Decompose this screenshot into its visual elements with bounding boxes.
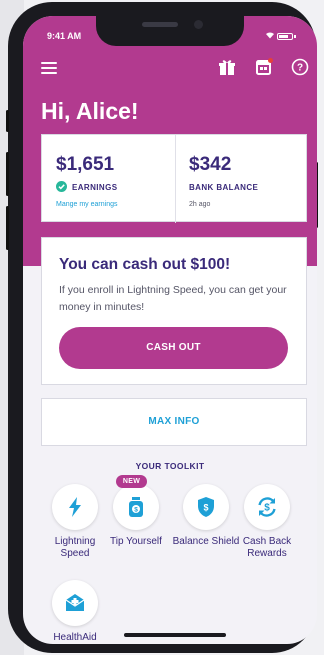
- tool-label: Tip Yourself: [110, 536, 162, 547]
- refresh-dollar-icon: $: [258, 497, 276, 517]
- tool-icon-circle[interactable]: $: [183, 484, 229, 530]
- bank-balance-label: BANK BALANCE: [189, 183, 259, 192]
- cashout-description: If you enroll in Lightning Speed, you ca…: [59, 284, 287, 313]
- tool-icon-circle[interactable]: [52, 580, 98, 626]
- status-time: 9:41 AM: [47, 31, 82, 41]
- app-screen: 9:41 AM ? Hi, Alice! $1,651 EARNINGS Man…: [23, 16, 317, 644]
- svg-text:?: ?: [297, 63, 303, 74]
- medical-envelope-icon: [65, 594, 85, 611]
- side-button: [6, 110, 9, 132]
- tool-healthaid[interactable]: HealthAid: [41, 580, 111, 644]
- tool-label: HealthAid: [53, 632, 97, 643]
- home-indicator: [124, 633, 226, 637]
- jar-icon: $: [129, 497, 143, 517]
- tool-label: Cash Back Rewards: [242, 536, 292, 559]
- calendar-icon[interactable]: [255, 58, 273, 76]
- cash-out-button[interactable]: CASH OUT: [59, 327, 288, 369]
- tool-cash-back-rewards[interactable]: $ Cash Back Rewards: [233, 484, 303, 574]
- battery-tip: [294, 35, 296, 38]
- side-button: [6, 152, 9, 196]
- lightning-icon: [69, 497, 81, 517]
- tool-icon-circle[interactable]: [52, 484, 98, 530]
- notification-dot: [268, 58, 273, 63]
- camera: [194, 20, 203, 29]
- balance-card: $1,651 EARNINGS Mange my earnings $342 B…: [41, 134, 308, 223]
- tool-balance-shield[interactable]: $ Balance Shield: [172, 484, 242, 574]
- earnings-value: $1,651: [56, 154, 115, 175]
- gift-icon[interactable]: [218, 58, 236, 76]
- tool-tip-yourself[interactable]: $ NEW Tip Yourself: [102, 475, 172, 574]
- tool-icon-circle[interactable]: $: [244, 484, 290, 530]
- bank-balance-value: $342: [189, 154, 232, 175]
- notch: [96, 16, 244, 46]
- tool-lightning-speed[interactable]: Lightning Speed: [41, 484, 111, 574]
- help-icon[interactable]: ?: [291, 58, 309, 76]
- earnings-stat: $1,651 EARNINGS Mange my earnings: [42, 135, 176, 223]
- greeting-title: Hi, Alice!: [41, 98, 139, 124]
- phone-frame: 9:41 AM ? Hi, Alice! $1,651 EARNINGS Man…: [6, 2, 318, 653]
- side-button: [6, 206, 9, 250]
- svg-text:$: $: [134, 507, 138, 514]
- bank-balance-stat: $342 BANK BALANCE 2h ago: [175, 135, 308, 223]
- new-badge: NEW: [116, 475, 147, 488]
- earnings-label: EARNINGS: [72, 183, 118, 192]
- manage-earnings-link[interactable]: Mange my earnings: [56, 201, 117, 208]
- speaker: [142, 22, 178, 27]
- tool-label: Lightning Speed: [54, 536, 96, 559]
- shield-icon: $: [198, 497, 214, 517]
- wifi-icon: [265, 31, 275, 41]
- check-icon: [56, 181, 67, 192]
- svg-text:$: $: [264, 503, 270, 514]
- tool-icon-circle[interactable]: $: [113, 484, 159, 530]
- battery-icon: [277, 33, 293, 40]
- toolkit-title: YOUR TOOLKIT: [135, 461, 205, 471]
- max-info-button[interactable]: MAX INFO: [41, 398, 307, 446]
- cashout-title: You can cash out $100!: [59, 256, 231, 273]
- cashout-card: You can cash out $100! If you enroll in …: [41, 237, 307, 385]
- bank-balance-timestamp: 2h ago: [189, 201, 211, 208]
- menu-icon[interactable]: [41, 62, 57, 74]
- tool-label: Balance Shield: [172, 536, 240, 547]
- svg-text:$: $: [203, 503, 208, 513]
